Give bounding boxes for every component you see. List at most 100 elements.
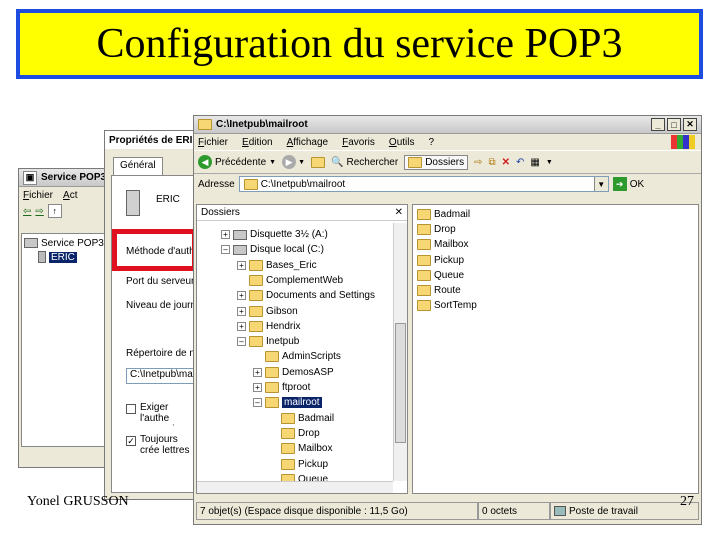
up-folder-icon[interactable]: ↑ xyxy=(47,204,62,218)
properties-titlebar[interactable]: Propriétés de ERI xyxy=(105,131,198,149)
mailroot-dir-label: Répertoire de m xyxy=(126,348,198,359)
folder-icon xyxy=(249,320,263,332)
collapse-icon[interactable]: – xyxy=(237,337,246,347)
menu-outils[interactable]: Outils xyxy=(389,137,415,148)
file-item[interactable]: Route xyxy=(417,283,461,298)
scrollbar-thumb[interactable] xyxy=(395,323,406,443)
general-tab-panel: ERIC Méthode d'authe Port du serveur Niv… xyxy=(111,175,206,493)
file-item-label: Drop xyxy=(434,224,456,236)
file-item[interactable]: Drop xyxy=(417,222,456,237)
status-size: 0 octets xyxy=(478,502,550,520)
tree-item[interactable]: ComplementWeb xyxy=(237,273,343,288)
menu-affichage[interactable]: Affichage xyxy=(287,137,329,148)
chevron-down-icon[interactable]: ▼ xyxy=(298,159,305,166)
require-auth-checkbox[interactable] xyxy=(126,404,136,414)
address-input[interactable]: C:\Inetpub\mailroot ▼ xyxy=(238,176,609,192)
back-arrow-icon[interactable]: ⇦ xyxy=(23,206,31,217)
file-item[interactable]: SortTemp xyxy=(417,298,477,313)
up-folder-icon[interactable] xyxy=(311,156,326,168)
collapse-icon[interactable]: – xyxy=(221,245,230,255)
maximize-button[interactable]: □ xyxy=(667,118,681,131)
minimize-button[interactable]: _ xyxy=(651,118,665,131)
chevron-down-icon[interactable]: ▼ xyxy=(269,159,276,166)
file-item-label: Route xyxy=(434,285,461,296)
explorer-window: C:\Inetpub\mailroot _ □ ✕ Fichier Editio… xyxy=(193,115,702,525)
tree-item[interactable]: Drop xyxy=(269,426,320,441)
go-button[interactable]: ➔ OK xyxy=(612,177,644,191)
menu-favoris[interactable]: Favoris xyxy=(342,137,375,148)
tree-item[interactable]: Mailbox xyxy=(269,441,332,456)
expand-icon[interactable]: + xyxy=(221,230,230,239)
tree-item[interactable]: + Gibson xyxy=(237,304,298,319)
menu-help[interactable]: ? xyxy=(428,137,434,148)
tree-item[interactable]: + DemosASP xyxy=(253,365,334,380)
horizontal-scrollbar[interactable] xyxy=(197,481,393,493)
folders-icon xyxy=(408,156,423,168)
folders-label: Dossiers xyxy=(425,156,465,168)
mmc-menu-action[interactable]: Act xyxy=(63,190,77,201)
tree-item-label: Disque local (C:) xyxy=(250,244,324,256)
forward-arrow-icon[interactable]: ⇨ xyxy=(35,206,43,217)
search-icon: 🔍 xyxy=(331,156,344,168)
menu-fichier[interactable]: Fichier xyxy=(198,137,228,148)
folder-icon xyxy=(265,351,279,363)
file-item[interactable]: Badmail xyxy=(417,207,470,222)
tree-item[interactable]: Pickup xyxy=(269,457,328,472)
tab-general[interactable]: Général xyxy=(113,157,163,175)
tree-item[interactable]: – mailroot xyxy=(253,395,322,410)
tree-item[interactable]: – Inetpub xyxy=(237,334,299,349)
views-icon[interactable]: ▦ xyxy=(530,157,539,168)
tree-item[interactable]: Badmail xyxy=(269,411,334,426)
collapse-icon[interactable]: – xyxy=(253,398,262,408)
highlight-box xyxy=(112,229,197,271)
expand-icon[interactable]: + xyxy=(237,291,246,301)
tree-item-label: Hendrix xyxy=(266,320,301,332)
folder-icon xyxy=(265,382,279,393)
folder-icon xyxy=(249,274,263,286)
tree-item[interactable]: + Documents and Settings xyxy=(237,288,375,303)
expand-icon[interactable]: + xyxy=(253,383,262,392)
close-icon[interactable]: ✕ xyxy=(395,207,403,218)
close-button[interactable]: ✕ xyxy=(683,118,697,131)
status-location-label: Poste de travail xyxy=(569,505,638,517)
folder-icon xyxy=(249,259,263,271)
log-level-label: Niveau de journ xyxy=(126,300,197,311)
address-label: Adresse xyxy=(198,178,235,190)
properties-title: Propriétés de ERI xyxy=(109,134,193,146)
chevron-down-icon[interactable]: ▼ xyxy=(593,177,608,191)
search-button[interactable]: 🔍 Rechercher xyxy=(331,157,398,168)
move-to-icon[interactable]: ⇨ xyxy=(474,157,482,168)
back-arrow-icon: ◀ xyxy=(198,155,212,169)
folder-icon xyxy=(417,209,431,220)
file-item[interactable]: Pickup xyxy=(417,253,464,268)
expand-icon[interactable]: + xyxy=(237,260,246,270)
vertical-scrollbar[interactable] xyxy=(393,223,407,481)
tree-item[interactable]: AdminScripts xyxy=(253,349,341,364)
chevron-down-icon[interactable]: ▼ xyxy=(546,159,553,166)
back-button[interactable]: ◀ Précédente ▼ xyxy=(198,155,276,169)
expand-icon[interactable]: + xyxy=(237,306,246,316)
tree-item[interactable]: + ftproot xyxy=(253,380,310,395)
tree-item[interactable]: + Hendrix xyxy=(237,319,300,334)
file-item-label: SortTemp xyxy=(434,300,477,312)
folder-icon xyxy=(281,458,295,470)
expand-icon[interactable]: + xyxy=(237,321,246,331)
mmc-menu-fichier[interactable]: Fichier xyxy=(23,190,53,201)
folders-button[interactable]: Dossiers xyxy=(404,154,469,170)
tree-item[interactable]: + Disquette 3½ (A:) xyxy=(221,227,328,242)
expand-icon[interactable]: + xyxy=(253,367,262,377)
tree-item[interactable]: + Bases_Eric xyxy=(237,258,317,273)
always-create-checkbox[interactable]: ✓ xyxy=(126,436,136,446)
forward-button[interactable]: ▶ ▼ xyxy=(282,155,305,169)
folder-tree: + Disquette 3½ (A:) – Disque local (C:) + Bas… xyxy=(197,223,393,481)
explorer-titlebar[interactable]: C:\Inetpub\mailroot _ □ ✕ xyxy=(194,116,701,134)
tree-item[interactable]: Queue xyxy=(269,472,328,481)
copy-to-icon[interactable]: ⧉ xyxy=(488,157,495,168)
menu-edition[interactable]: Edition xyxy=(242,137,273,148)
file-item[interactable]: Queue xyxy=(417,268,464,283)
delete-icon[interactable]: ✕ xyxy=(502,157,510,168)
file-item[interactable]: Mailbox xyxy=(417,237,468,252)
undo-icon[interactable]: ↶ xyxy=(516,157,524,168)
back-label: Précédente xyxy=(215,156,267,168)
tree-item[interactable]: – Disque local (C:) xyxy=(221,242,324,257)
